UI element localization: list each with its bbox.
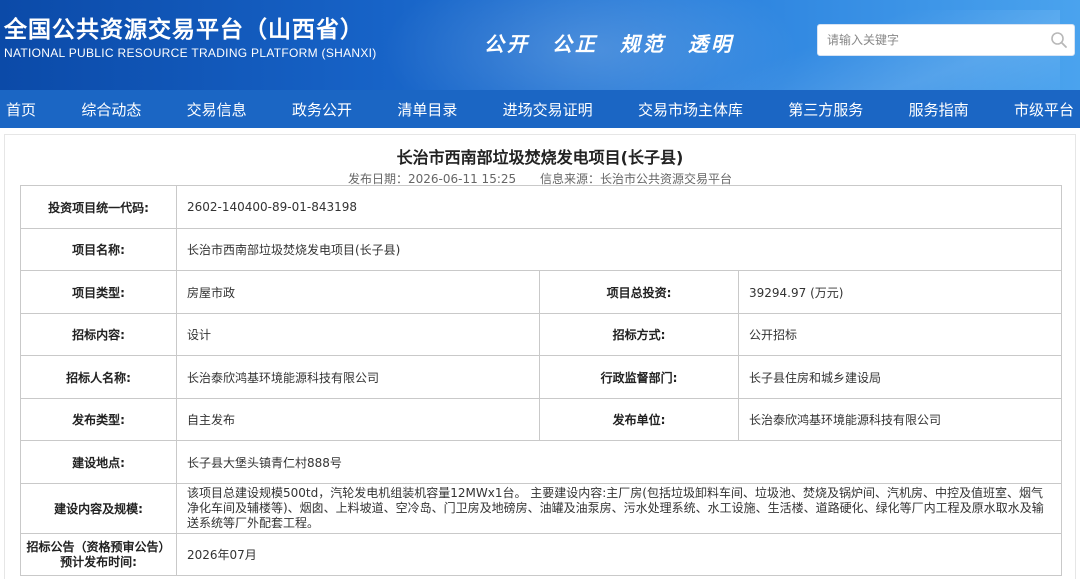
table-row: 招标人名称: 长治泰欣鸿基环境能源科技有限公司 行政监督部门: 长子县住房和城乡… [20, 355, 1063, 399]
value-scope: 该项目总建设规模500td，汽轮发电机组装机容量12MWx1台。 主要建设内容:… [175, 483, 1063, 534]
label-announce-time: 招标公告（资格预审公告）预计发布时间: [20, 533, 177, 576]
label-scope: 建设内容及规模: [20, 483, 177, 534]
slogan: 公开 公正 规范 透明 [484, 28, 734, 57]
label-supervisor: 行政监督部门: [539, 355, 739, 399]
value-bid-method: 公开招标 [737, 313, 1063, 356]
value-bid-content: 设计 [176, 313, 540, 356]
site-subtitle: NATIONAL PUBLIC RESOURCE TRADING PLATFOR… [4, 46, 377, 60]
label-project-type: 项目类型: [20, 270, 177, 314]
value-tenderer: 长治泰欣鸿基环境能源科技有限公司 [176, 355, 540, 399]
publish-date: 发布日期：2026-06-11 15:25 [348, 172, 517, 186]
nav-item-trade-info[interactable]: 交易信息 [187, 99, 247, 120]
value-announce-time: 2026年07月 [175, 533, 1063, 576]
label-publisher: 发布单位: [539, 398, 739, 441]
label-bid-method: 招标方式: [539, 313, 739, 356]
slogan-word: 公正 [552, 32, 598, 56]
label-publish-type: 发布类型: [20, 398, 177, 441]
search-box [817, 24, 1075, 56]
main-nav: 首页 综合动态 交易信息 政务公开 清单目录 进场交易证明 交易市场主体库 第三… [0, 90, 1080, 128]
nav-item-city-platforms[interactable]: 市级平台 [1014, 99, 1074, 120]
value-location: 长子县大堡头镇青仁村888号 [175, 440, 1063, 484]
value-project-name: 长治市西南部垃圾焚烧发电项目(长子县) [175, 228, 1063, 271]
nav-item-third-party[interactable]: 第三方服务 [788, 99, 863, 120]
project-info-table: 投资项目统一代码: 2602-140400-89-01-843198 项目名称:… [20, 185, 1063, 576]
label-total-investment: 项目总投资: [539, 270, 739, 314]
table-row: 建设地点: 长子县大堡头镇青仁村888号 [20, 440, 1063, 484]
value-project-code: 2602-140400-89-01-843198 [175, 185, 1063, 229]
nav-item-gov-affairs[interactable]: 政务公开 [292, 99, 352, 120]
nav-item-service-guide[interactable]: 服务指南 [909, 99, 969, 120]
search-input[interactable] [818, 25, 1044, 55]
table-row: 项目名称: 长治市西南部垃圾焚烧发电项目(长子县) [20, 228, 1063, 271]
table-row: 投资项目统一代码: 2602-140400-89-01-843198 [20, 185, 1063, 229]
label-project-name: 项目名称: [20, 228, 177, 271]
value-project-type: 房屋市政 [176, 270, 540, 314]
site-header: 全国公共资源交易平台（山西省） NATIONAL PUBLIC RESOURCE… [0, 0, 1080, 90]
nav-item-news[interactable]: 综合动态 [81, 99, 141, 120]
info-source: 信息来源：长治市公共资源交易平台 [539, 172, 732, 186]
table-row: 发布类型: 自主发布 发布单位: 长治泰欣鸿基环境能源科技有限公司 [20, 398, 1063, 441]
label-bid-content: 招标内容: [20, 313, 177, 356]
nav-item-catalog[interactable]: 清单目录 [397, 99, 457, 120]
table-row: 招标公告（资格预审公告）预计发布时间: 2026年07月 [20, 533, 1063, 576]
nav-item-market-entities[interactable]: 交易市场主体库 [638, 99, 743, 120]
slogan-word: 规范 [620, 32, 666, 56]
label-location: 建设地点: [20, 440, 177, 484]
slogan-word: 透明 [688, 32, 734, 56]
nav-item-trade-proof[interactable]: 进场交易证明 [503, 99, 593, 120]
slogan-word: 公开 [484, 32, 530, 56]
site-title[interactable]: 全国公共资源交易平台（山西省） [4, 10, 364, 44]
value-publish-type: 自主发布 [176, 398, 540, 441]
nav-item-home[interactable]: 首页 [6, 99, 36, 120]
table-row: 项目类型: 房屋市政 项目总投资: 39294.97 (万元) [20, 270, 1063, 314]
table-row: 招标内容: 设计 招标方式: 公开招标 [20, 313, 1063, 356]
table-row: 建设内容及规模: 该项目总建设规模500td，汽轮发电机组装机容量12MWx1台… [20, 483, 1063, 534]
search-icon[interactable] [1044, 25, 1074, 55]
page-title: 长治市西南部垃圾焚烧发电项目(长子县) [396, 148, 684, 167]
value-supervisor: 长子县住房和城乡建设局 [737, 355, 1063, 399]
label-tenderer: 招标人名称: [20, 355, 177, 399]
value-publisher: 长治泰欣鸿基环境能源科技有限公司 [737, 398, 1063, 441]
value-total-investment: 39294.97 (万元) [737, 270, 1063, 314]
label-project-code: 投资项目统一代码: [20, 185, 177, 229]
